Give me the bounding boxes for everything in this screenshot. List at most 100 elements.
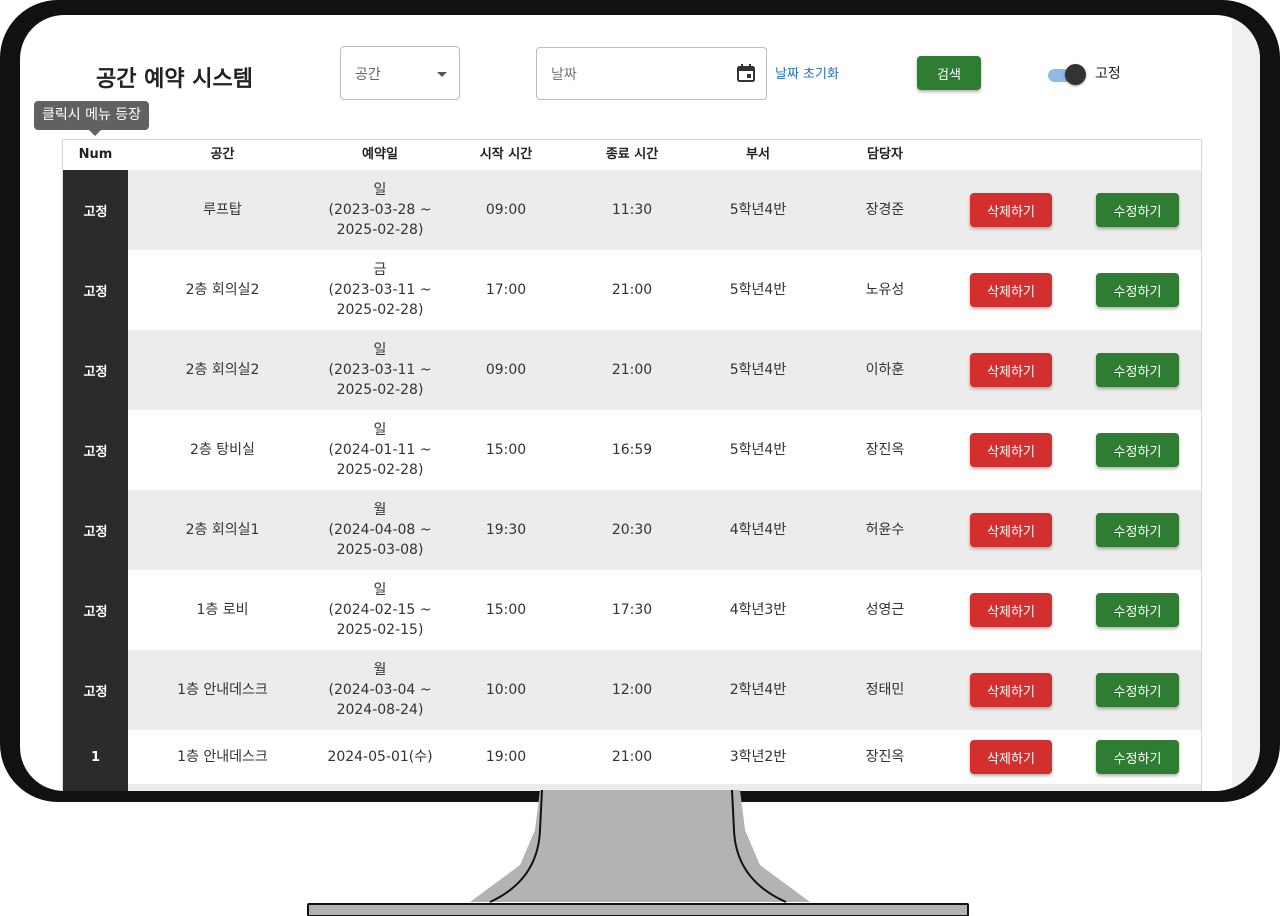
edit-button[interactable]: 수정하기: [1096, 193, 1179, 227]
row-range: (2024-03-04 ~: [328, 682, 432, 698]
edit-button[interactable]: 수정하기: [1096, 593, 1179, 627]
search-button[interactable]: 검색: [917, 56, 981, 90]
row-space: 1층 안내데스크: [177, 682, 268, 698]
row-num: 고정: [63, 490, 128, 570]
row-end: 11:30: [611, 202, 653, 218]
row-manager: 이하훈: [865, 362, 905, 378]
row-space: 1층 안내데스크: [177, 749, 268, 765]
row-date: 2024-05-01(수): [327, 749, 433, 765]
delete-button[interactable]: 삭제하기: [970, 513, 1052, 547]
row-end: 20:30: [611, 522, 653, 538]
table-row: 고정 1층 안내데스크 월 (2024-03-04 ~ 2024-08-24) …: [63, 650, 1201, 730]
row-space: 2층 탕비실: [190, 442, 255, 458]
delete-button[interactable]: 삭제하기: [970, 353, 1052, 387]
row-num: 1: [63, 730, 128, 784]
app: 공간 예약 시스템 공간 날짜 날짜 초기화 검색 고정 클릭시 메뉴 등장 N…: [20, 15, 1232, 791]
row-manager: 성영근: [865, 602, 905, 618]
delete-button[interactable]: 삭제하기: [970, 273, 1052, 307]
row-dept: 5학년4반: [729, 362, 787, 378]
row-dept: 4학년3반: [729, 602, 787, 618]
delete-button[interactable]: 삭제하기: [970, 433, 1052, 467]
row-start: 19:30: [485, 522, 527, 538]
edit-button[interactable]: 수정하기: [1096, 513, 1179, 547]
table-row: 고정 2층 회의실1 월 (2024-04-08 ~ 2025-03-08) 1…: [63, 490, 1201, 570]
row-num: 고정: [63, 570, 128, 650]
row-dept: 5학년4반: [729, 202, 787, 218]
row-dept: 5학년4반: [729, 442, 787, 458]
column-header-date: 예약일: [362, 147, 398, 162]
row-date: 일 (2024-02-15 ~ 2025-02-15): [317, 570, 443, 650]
row-range: (2023-03-28 ~: [328, 202, 432, 218]
space-select[interactable]: 공간: [340, 46, 460, 100]
row-space: 1층 로비: [196, 602, 249, 618]
row-day: 일: [373, 582, 387, 598]
toggle-thumb[interactable]: [1065, 64, 1086, 85]
delete-button[interactable]: 삭제하기: [970, 193, 1052, 227]
row-manager: 장경준: [865, 202, 905, 218]
table-row: 고정 1층 로비 일 (2024-02-15 ~ 2025-02-15) 15:…: [63, 570, 1201, 650]
fixed-toggle[interactable]: [1048, 64, 1086, 86]
edit-button[interactable]: 수정하기: [1096, 740, 1179, 774]
row-end: 16:59: [611, 442, 653, 458]
space-select-label: 공간: [355, 67, 381, 83]
row-day: 금: [373, 262, 387, 278]
row-manager: 노유성: [865, 282, 905, 298]
row-day: 월: [373, 502, 387, 518]
row-range-end: 2025-02-28): [336, 462, 424, 478]
edit-button[interactable]: 수정하기: [1096, 433, 1179, 467]
table-row: 고정 2층 회의실2 금 (2023-03-11 ~ 2025-02-28) 1…: [63, 250, 1201, 330]
row-day: 일: [373, 342, 387, 358]
row-num: 고정: [63, 330, 128, 410]
row-date: 월 (2024-04-08 ~ 2025-03-08): [317, 490, 443, 570]
row-num: 고정: [63, 650, 128, 730]
delete-button[interactable]: 삭제하기: [970, 593, 1052, 627]
delete-button[interactable]: 삭제하기: [970, 740, 1052, 774]
table-header: Num 공간 예약일 시작 시간 종료 시간 부서 담당자: [63, 140, 1201, 170]
row-date: 월 (2024-03-04 ~ 2024-08-24): [317, 650, 443, 730]
row-end: 17:30: [611, 602, 653, 618]
row-manager: 정태민: [865, 682, 905, 698]
row-start: 19:00: [485, 749, 527, 765]
column-header-manager: 담당자: [867, 147, 903, 162]
row-num: 고정: [63, 250, 128, 330]
toggle-label: 고정: [1095, 66, 1121, 82]
reset-date-link[interactable]: 날짜 초기화: [775, 63, 839, 82]
row-range: (2024-02-15 ~: [328, 602, 432, 618]
row-range-end: 2025-03-08): [336, 542, 424, 558]
reservation-table: Num 공간 예약일 시작 시간 종료 시간 부서 담당자 고정 루프탑 일 (…: [62, 139, 1202, 791]
row-range-end: 2025-02-15): [336, 622, 424, 638]
date-input-label: 날짜: [551, 67, 577, 83]
edit-button[interactable]: 수정하기: [1096, 273, 1179, 307]
row-start: 09:00: [485, 362, 527, 378]
row-start: 10:00: [485, 682, 527, 698]
row-space: 2층 회의실2: [185, 362, 260, 378]
column-header-end: 종료 시간: [605, 147, 659, 162]
row-space: 루프탑: [203, 202, 242, 218]
monitor-stand-outline: [489, 790, 787, 903]
row-range-end: 2025-02-28): [336, 382, 424, 398]
date-input[interactable]: 날짜: [536, 47, 767, 100]
page-title: 공간 예약 시스템: [96, 67, 253, 92]
row-start: 15:00: [485, 442, 527, 458]
edit-button[interactable]: 수정하기: [1096, 673, 1179, 707]
row-date: 일 (2024-01-11 ~ 2025-02-28): [317, 410, 443, 490]
row-end: 21:00: [611, 362, 653, 378]
row-range: (2024-04-08 ~: [328, 522, 432, 538]
row-range: (2023-03-11 ~: [328, 362, 432, 378]
calendar-icon[interactable]: [736, 63, 756, 83]
row-manager: 장진옥: [865, 442, 905, 458]
row-day: 일: [373, 422, 387, 438]
row-date: 일 (2023-03-11 ~ 2025-02-28): [317, 330, 443, 410]
edit-button[interactable]: 수정하기: [1096, 353, 1179, 387]
row-dept: 4학년4반: [729, 522, 787, 538]
monitor-frame: 공간 예약 시스템 공간 날짜 날짜 초기화 검색 고정 클릭시 메뉴 등장 N…: [0, 0, 1280, 802]
row-day: 일: [373, 182, 387, 198]
scroll-gutter: [1232, 15, 1260, 791]
row-num: 고정: [63, 170, 128, 250]
row-num: 고정: [63, 410, 128, 490]
monitor-screen: 공간 예약 시스템 공간 날짜 날짜 초기화 검색 고정 클릭시 메뉴 등장 N…: [20, 15, 1260, 791]
delete-button[interactable]: 삭제하기: [970, 673, 1052, 707]
table-row: 고정 2층 탕비실 일 (2024-01-11 ~ 2025-02-28) 15…: [63, 410, 1201, 490]
table-row: 1 1층 안내데스크 2024-05-01(수) 19:00 21:00 3학년…: [63, 730, 1201, 784]
column-header-start: 시작 시간: [479, 147, 533, 162]
